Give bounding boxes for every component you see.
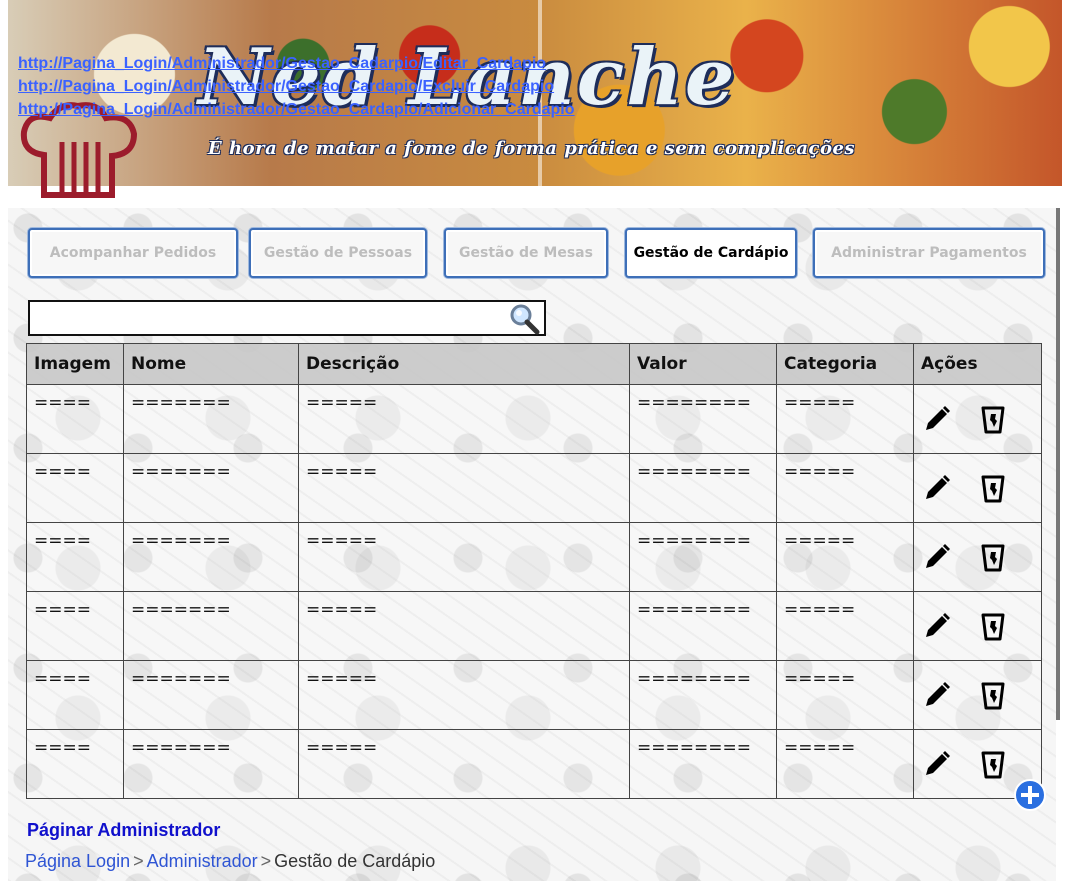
breadcrumb-current: Gestão de Cardápio bbox=[274, 851, 436, 871]
cell-valor: ======== bbox=[629, 384, 777, 454]
cell-imagem: ==== bbox=[26, 591, 124, 661]
table-row: ==== ======= ===== ======== ===== bbox=[26, 660, 1042, 730]
pencil-icon[interactable] bbox=[921, 679, 953, 711]
table-row: ==== ======= ===== ======== ===== bbox=[26, 729, 1042, 799]
column-header-categoria: Categoria bbox=[776, 343, 914, 385]
cell-nome: ======= bbox=[123, 522, 299, 592]
cell-categoria: ===== bbox=[776, 522, 914, 592]
menu-table: Imagem Nome Descrição Valor Categoria Aç… bbox=[26, 343, 1042, 799]
cell-imagem: ==== bbox=[26, 729, 124, 799]
cell-nome: ======= bbox=[123, 591, 299, 661]
cell-acoes bbox=[913, 591, 1042, 661]
search-input[interactable] bbox=[30, 302, 512, 332]
cell-valor: ======== bbox=[629, 729, 777, 799]
cell-acoes bbox=[913, 522, 1042, 592]
cell-acoes bbox=[913, 384, 1042, 454]
cell-acoes bbox=[913, 660, 1042, 730]
tab-gestao-cardapio[interactable]: Gestão de Cardápio bbox=[625, 228, 797, 278]
brand-slogan: É hora de matar a fome de forma prática … bbox=[208, 138, 856, 159]
cell-nome: ======= bbox=[123, 453, 299, 523]
trash-icon[interactable] bbox=[977, 679, 1009, 711]
cell-nome: ======= bbox=[123, 384, 299, 454]
tab-acompanhar-pedidos[interactable]: Acompanhar Pedidos bbox=[28, 228, 238, 278]
cell-imagem: ==== bbox=[26, 384, 124, 454]
cell-descricao: ===== bbox=[298, 729, 630, 799]
trash-icon[interactable] bbox=[977, 748, 1009, 780]
cell-descricao: ===== bbox=[298, 384, 630, 454]
scrollbar-edge bbox=[1056, 208, 1060, 720]
column-header-valor: Valor bbox=[629, 343, 777, 385]
trash-icon[interactable] bbox=[977, 541, 1009, 573]
trash-icon[interactable] bbox=[977, 472, 1009, 504]
column-header-descricao: Descrição bbox=[298, 343, 630, 385]
table-row: ==== ======= ===== ======== ===== bbox=[26, 384, 1042, 454]
add-item-button[interactable] bbox=[1014, 779, 1046, 811]
search-box[interactable] bbox=[28, 300, 546, 336]
delete-cardapio-link[interactable]: http://Pagina_Login/Administrador/Gestao… bbox=[18, 75, 575, 98]
add-cardapio-link[interactable]: http://Pagina_Login/Administrador/Gestao… bbox=[18, 98, 575, 121]
cell-categoria: ===== bbox=[776, 729, 914, 799]
cell-valor: ======== bbox=[629, 453, 777, 523]
main-content: Acompanhar Pedidos Gestão de Pessoas Ges… bbox=[8, 208, 1056, 881]
pencil-icon[interactable] bbox=[921, 541, 953, 573]
edit-cardapio-link[interactable]: http://Pagina_Login/Administrador/Gestao… bbox=[18, 52, 575, 75]
cell-descricao: ===== bbox=[298, 591, 630, 661]
cell-descricao: ===== bbox=[298, 453, 630, 523]
cell-categoria: ===== bbox=[776, 384, 914, 454]
tab-administrar-pagamentos[interactable]: Administrar Pagamentos bbox=[813, 228, 1045, 278]
cell-categoria: ===== bbox=[776, 591, 914, 661]
cell-nome: ======= bbox=[123, 729, 299, 799]
cell-descricao: ===== bbox=[298, 522, 630, 592]
breadcrumb: Página Login > Administrador > Gestão de Car… bbox=[25, 851, 435, 872]
cell-imagem: ==== bbox=[26, 660, 124, 730]
pencil-icon[interactable] bbox=[921, 748, 953, 780]
table-header-row: Imagem Nome Descrição Valor Categoria Aç… bbox=[26, 343, 1042, 385]
column-header-imagem: Imagem bbox=[26, 343, 124, 385]
search-icon[interactable] bbox=[508, 303, 540, 335]
cell-categoria: ===== bbox=[776, 453, 914, 523]
cell-nome: ======= bbox=[123, 660, 299, 730]
breadcrumb-separator: > bbox=[260, 851, 272, 871]
table-row: ==== ======= ===== ======== ===== bbox=[26, 453, 1042, 523]
breadcrumb-link-login[interactable]: Página Login bbox=[25, 851, 130, 871]
tab-gestao-pessoas[interactable]: Gestão de Pessoas bbox=[249, 228, 427, 278]
trash-icon[interactable] bbox=[977, 403, 1009, 435]
trash-icon[interactable] bbox=[977, 610, 1009, 642]
cell-imagem: ==== bbox=[26, 453, 124, 523]
column-header-acoes: Ações bbox=[913, 343, 1042, 385]
column-header-nome: Nome bbox=[123, 343, 299, 385]
pencil-icon[interactable] bbox=[921, 403, 953, 435]
cell-descricao: ===== bbox=[298, 660, 630, 730]
cell-categoria: ===== bbox=[776, 660, 914, 730]
footer-page-title: Páginar Administrador bbox=[27, 820, 221, 840]
table-row: ==== ======= ===== ======== ===== bbox=[26, 522, 1042, 592]
breadcrumb-separator: > bbox=[133, 851, 144, 871]
cell-valor: ======== bbox=[629, 660, 777, 730]
tab-gestao-mesas[interactable]: Gestão de Mesas bbox=[444, 228, 608, 278]
pencil-icon[interactable] bbox=[921, 610, 953, 642]
cell-imagem: ==== bbox=[26, 522, 124, 592]
pencil-icon[interactable] bbox=[921, 472, 953, 504]
cell-valor: ======== bbox=[629, 591, 777, 661]
cell-acoes bbox=[913, 453, 1042, 523]
table-row: ==== ======= ===== ======== ===== bbox=[26, 591, 1042, 661]
breadcrumb-link-administrador[interactable]: Administrador bbox=[147, 851, 258, 871]
cell-valor: ======== bbox=[629, 522, 777, 592]
dev-link-list: http://Pagina_Login/Administrador/Gestao… bbox=[18, 52, 575, 121]
